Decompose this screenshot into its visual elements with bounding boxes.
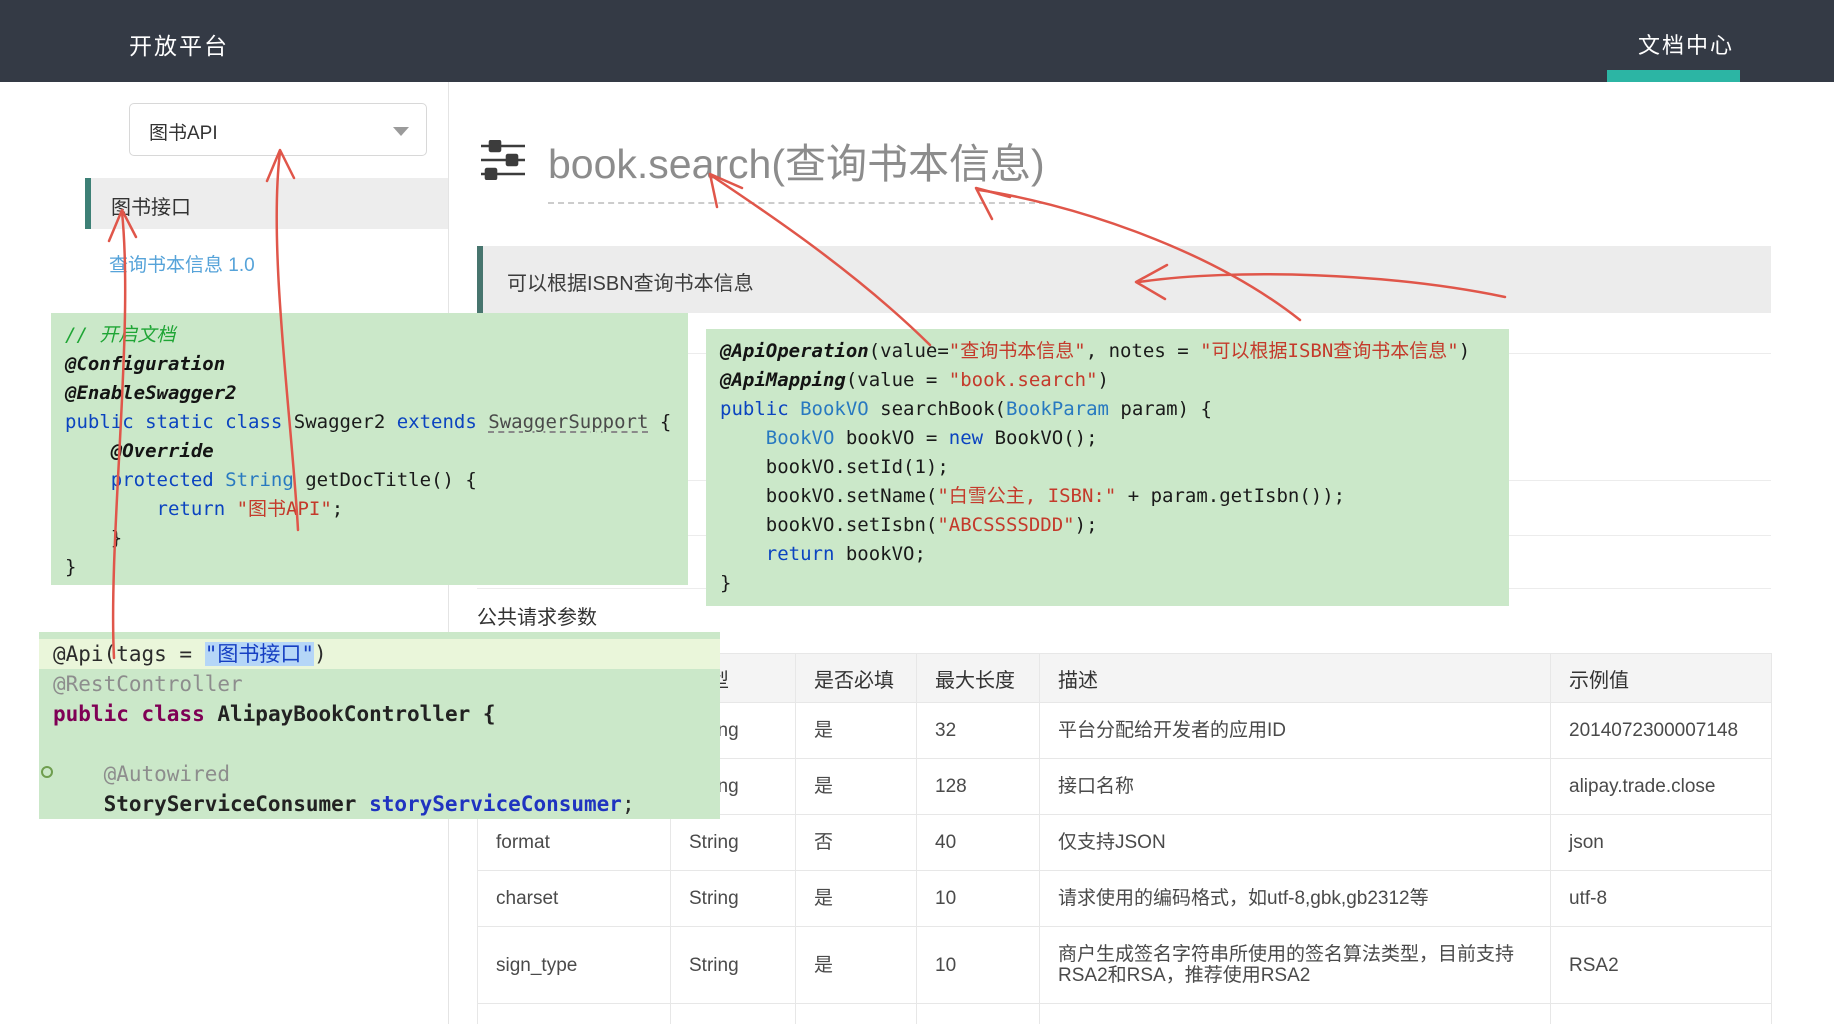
param-cell-desc: 商户生成签名字符串所使用的签名算法类型，目前支持RSA2和RSA，推荐使用RSA…: [1040, 927, 1551, 1004]
top-navbar: 开放平台 文档中心: [0, 0, 1834, 82]
param-cell-name: sign_type: [478, 927, 671, 1004]
param-cell-max_length: 40: [917, 815, 1040, 871]
active-tab-indicator: [1607, 70, 1740, 82]
chevron-down-icon: [393, 127, 409, 136]
param-cell-required: 否: [796, 815, 917, 871]
dropdown-selected-value: 图书API: [149, 118, 218, 145]
info-banner-text: 可以根据ISBN查询书本信息: [507, 267, 754, 296]
info-banner: 可以根据ISBN查询书本信息: [477, 246, 1771, 313]
section-title-public-params: 公共请求参数: [477, 601, 597, 630]
param-cell-desc: 平台分配给开发者的应用ID: [1040, 703, 1551, 759]
code-snippet-search-method: @ApiOperation(value="查询书本信息", notes = "可…: [706, 329, 1509, 606]
column-header: 是否必填: [796, 654, 917, 703]
param-cell-max_length: 32: [917, 703, 1040, 759]
bean-gutter-icon: [41, 766, 53, 778]
param-cell-required: 是: [796, 927, 917, 1004]
app-window: 开放平台 文档中心 图书API 图书接口 查询书本信息 1.0 book.sea…: [0, 0, 1834, 1024]
param-cell-type: String: [671, 927, 796, 1004]
code-snippet-controller-class: @Api(tags = "图书接口")@RestControllerpublic…: [39, 632, 720, 819]
nav-doc-center[interactable]: 文档中心: [1638, 28, 1734, 60]
column-header: 示例值: [1551, 654, 1772, 703]
param-row: sign_typeString是10商户生成签名字符串所使用的签名算法类型，目前…: [478, 927, 1772, 1004]
param-cell-required: 是: [796, 759, 917, 815]
code-snippet-swagger-config: // 开启文档@Configuration@EnableSwagger2publ…: [51, 313, 688, 585]
param-cell-max_length: 10: [917, 871, 1040, 927]
sliders-icon: [480, 140, 526, 180]
param-cell-desc: 接口名称: [1040, 759, 1551, 815]
param-cell-type: String: [671, 871, 796, 927]
param-cell-desc: 请求使用的编码格式，如utf-8,gbk,gb2312等: [1040, 871, 1551, 927]
param-cell-desc: 仅支持JSON: [1040, 815, 1551, 871]
param-cell-max_length: 128: [917, 759, 1040, 815]
sidebar-item-book-interface[interactable]: 图书接口: [85, 178, 448, 229]
param-cell-example: json: [1551, 815, 1772, 871]
param-cell-required: 是: [796, 871, 917, 927]
page-title: book.search(查询书本信息): [548, 130, 1045, 204]
param-cell-max_length: 10: [917, 927, 1040, 1004]
param-cell-example: 2014072300007148: [1551, 703, 1772, 759]
brand-title[interactable]: 开放平台: [129, 27, 229, 61]
api-version-dropdown[interactable]: 图书API: [129, 103, 427, 156]
param-cell-required: 是: [796, 703, 917, 759]
param-row-partial: [478, 1004, 1772, 1024]
param-cell-example: alipay.trade.close: [1551, 759, 1772, 815]
sidebar-item-label: 图书接口: [111, 191, 191, 220]
column-header: 描述: [1040, 654, 1551, 703]
param-cell-example: utf-8: [1551, 871, 1772, 927]
param-cell-name: charset: [478, 871, 671, 927]
param-cell-type: String: [671, 815, 796, 871]
param-cell-example: RSA2: [1551, 927, 1772, 1004]
param-cell-name: format: [478, 815, 671, 871]
sidebar-link-search-doc[interactable]: 查询书本信息 1.0: [109, 250, 255, 277]
param-row: formatString否40仅支持JSONjson: [478, 815, 1772, 871]
param-row: charsetString是10请求使用的编码格式，如utf-8,gbk,gb2…: [478, 871, 1772, 927]
column-header: 最大长度: [917, 654, 1040, 703]
